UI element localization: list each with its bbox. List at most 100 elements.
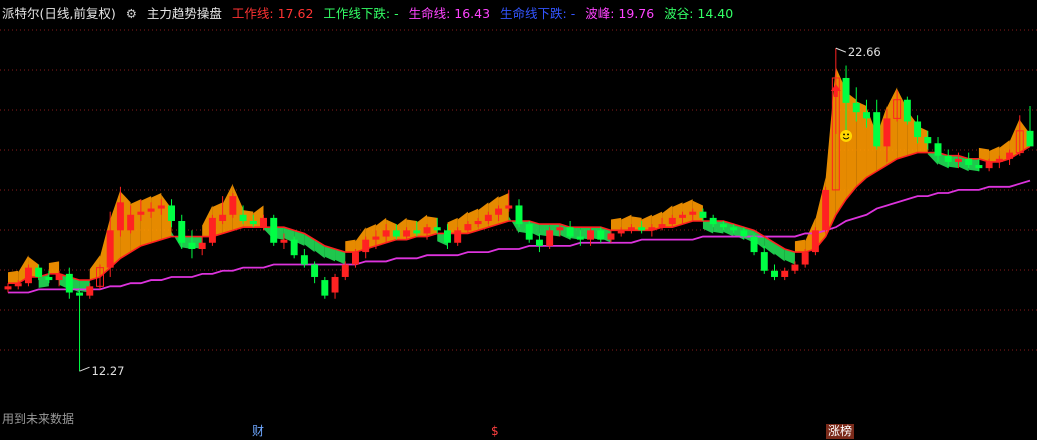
candle-body (55, 273, 63, 281)
chart-header: 派特尔(日线,前复权) ⚙ 主力趋势操盘 工作线: 17.62 工作线下跌: -… (2, 4, 739, 24)
trend-band-segment (794, 239, 806, 253)
candle-body (638, 227, 646, 231)
candle-body (760, 252, 768, 271)
max-pointer (835, 47, 847, 53)
candle-body (413, 230, 421, 234)
candlestick-chart[interactable]: 22.66 12.27 (0, 0, 1037, 440)
candle-body (965, 158, 973, 166)
candle-body (443, 230, 451, 243)
candle-body (699, 211, 707, 218)
candle-body (76, 292, 84, 296)
candle-body (730, 227, 738, 231)
candle-body (781, 270, 789, 277)
work-line-value: 工作线: 17.62 (231, 6, 314, 21)
max-price-label: 22.66 (848, 45, 881, 59)
candle-body (914, 121, 922, 138)
candle-body (566, 227, 574, 237)
candle-body (903, 99, 911, 122)
candle-body (627, 227, 635, 231)
candle-body (35, 267, 43, 277)
candle-body (484, 214, 492, 221)
candle-body (811, 230, 819, 253)
candle-body (341, 264, 349, 277)
life-line-down-value: 生命线下跌: - (500, 6, 576, 21)
future-data-note: 用到未来数据 (2, 412, 75, 426)
life-line-value: 生命线: 16.43 (408, 6, 491, 21)
candle-body (270, 217, 278, 243)
candle-body (495, 208, 503, 215)
candle-body (689, 211, 697, 215)
min-pointer (79, 366, 90, 372)
candle-body (239, 214, 247, 221)
indicator-name[interactable]: 主力趋势操盘 (147, 6, 222, 21)
candle-body (127, 214, 135, 231)
trend-band-segment (8, 270, 19, 284)
candle-body (300, 255, 308, 265)
candle-body (679, 214, 686, 218)
candle-body (525, 224, 533, 240)
candle-body (515, 205, 523, 225)
candle-body (372, 236, 380, 240)
candle-body (14, 283, 22, 287)
candle-body (321, 280, 329, 296)
candle-body (801, 252, 809, 265)
candle-body (791, 264, 799, 271)
candle-body (883, 118, 891, 147)
candle-body (576, 236, 584, 240)
candle-body (617, 230, 625, 234)
trough-value: 波谷: 14.40 (664, 6, 734, 21)
dollar-marker[interactable]: $ (489, 424, 501, 439)
candle-body (719, 224, 727, 228)
candle-body (137, 211, 145, 215)
candle-body (433, 227, 441, 231)
candle-body (219, 214, 227, 221)
candle-body (474, 221, 482, 225)
candle-body (45, 276, 53, 281)
smiley-eye (843, 133, 845, 136)
candle-body (924, 137, 932, 144)
candle-body (975, 165, 983, 169)
candle-body (668, 217, 676, 225)
limit-up-list-marker[interactable]: 涨榜 (826, 424, 855, 439)
trend-band-segment (140, 196, 152, 246)
trend-band-segment (610, 217, 622, 231)
candle-body (208, 217, 216, 243)
candle-body (587, 230, 595, 240)
smiley-icon (840, 129, 853, 142)
gear-icon[interactable]: ⚙ (126, 6, 137, 21)
candle-body (535, 239, 543, 246)
candle-body (198, 242, 206, 249)
candle-body (106, 230, 114, 268)
candle-body (280, 239, 288, 243)
candle-body (934, 143, 942, 156)
candle-body (852, 102, 860, 113)
candle-body (995, 158, 1003, 162)
trend-band-segment (345, 239, 356, 253)
candle-body (116, 202, 124, 231)
finance-marker[interactable]: 财 (250, 424, 266, 439)
candle-body (709, 217, 717, 225)
candle-body (464, 224, 472, 231)
stock-title[interactable]: 派特尔(日线,前复权) (2, 6, 116, 21)
candle-body (311, 264, 319, 277)
candle-body (4, 286, 12, 290)
candle-body (1006, 152, 1014, 159)
candle-body (771, 270, 778, 277)
candle-body (454, 230, 462, 243)
candle-body (178, 221, 186, 243)
candle-body (842, 77, 850, 103)
candle-body (873, 112, 881, 147)
candle-body (403, 230, 411, 237)
candle-body (260, 217, 267, 228)
candle-body (954, 158, 962, 162)
candle-body (382, 230, 390, 237)
trend-band-segment (692, 200, 703, 221)
smiley-eye (847, 133, 849, 136)
candle-body (157, 205, 165, 209)
candle-body (352, 252, 359, 265)
work-line-down-value: 工作线下跌: - (323, 6, 399, 21)
candle-body (168, 205, 175, 221)
candle-body (65, 273, 73, 293)
peak-value: 波峰: 19.76 (585, 6, 655, 21)
candle-body (556, 227, 564, 231)
